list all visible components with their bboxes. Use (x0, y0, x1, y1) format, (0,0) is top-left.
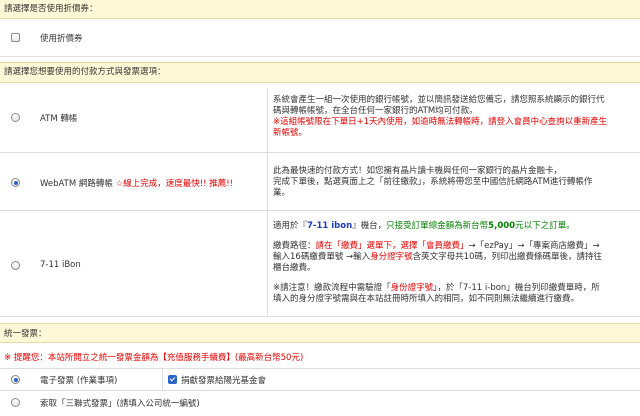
webatm-desc-line3: 業。 (273, 188, 291, 198)
atm-radio[interactable] (11, 113, 20, 122)
webatm-desc-line1: 此為最快速的付款方式！如您擁有晶片讀卡機與任何一家銀行的晶片金融卡， (273, 166, 563, 176)
ibon-para2-line3: 櫃台繳費。 (273, 263, 316, 273)
invoice-header-text: 統一發票： (4, 329, 47, 339)
ibon-id-number-highlight: 身分證字號 (370, 252, 413, 262)
invoice-notice-row: ※ 提醒您：本站所開立之統一發票金額為【充值服務手續費】(最高新台幣50元) (0, 348, 640, 369)
column-divider (267, 89, 268, 153)
electronic-invoice-radio[interactable] (11, 375, 20, 384)
ibon-p1-suffix: 元以下之訂單。 (515, 221, 575, 231)
coupon-row: 使用折價券 (0, 19, 640, 57)
invoice-notice: ※ 提醒您：本站所開立之統一發票金額為【充值服務手續費】(最高新台幣50元) (4, 353, 304, 363)
ibon-path-step2: →「ezPay」→「專案商店繳費」→ (468, 241, 600, 251)
coupon-section-header: 請選擇是否使用折價券： (0, 0, 640, 19)
ibon-label: 7-11 iBon (40, 260, 81, 270)
payment-option-ibon[interactable]: 7-11 iBon 適用於『7-11 ibon』機台，只接受訂單總金額為新台幣5… (0, 211, 640, 317)
ibon-para1: 適用於『7-11 ibon』機台，只接受訂單總金額為新台幣5,000元以下之訂單… (273, 221, 633, 232)
webatm-radio[interactable] (11, 178, 20, 187)
ibon-p1-prefix: 適用於『 (273, 221, 308, 231)
payment-section-header: 請選擇您想要使用的付款方式與發票選項： (0, 62, 640, 83)
invoice-section-header: 統一發票： (0, 323, 640, 343)
electronic-invoice-label: 電子發票 (作業事項) (40, 376, 118, 386)
ibon-notice-prefix: ※請注意！繳款流程中需驗證「 (273, 283, 391, 293)
webatm-label-group: WebATM 網路轉帳 ☆線上完成，速度最快!! 推薦!! (40, 177, 233, 189)
invoice-option-triplicate[interactable]: 索取「三聯式發票」(請填入公司統一編號) (0, 391, 640, 416)
webatm-desc-line2: 完成下單後，點選頁面上之「前往繳款」，系統將帶您至中國信託網路ATM進行轉帳作 (273, 177, 593, 187)
webatm-label: WebATM 網路轉帳 (40, 179, 113, 189)
webatm-description: 此為最快速的付款方式！如您擁有晶片讀卡機與任何一家銀行的晶片金融卡， 完成下單後… (273, 166, 633, 199)
ibon-description: 適用於『7-11 ibon』機台，只接受訂單總金額為新台幣5,000元以下之訂單… (273, 221, 633, 305)
ibon-path-step3: 輸入16碼繳費單號 →輸入 (273, 252, 371, 262)
atm-warning-line2: 新帳號。 (273, 128, 308, 138)
payment-header-text: 請選擇您想要使用的付款方式與發票選項： (4, 67, 166, 77)
column-divider (267, 211, 268, 317)
ibon-para3-line2: 填入的身分證字號需與在本站註冊時所填入的相同，如不同則無法繼續進行繳費。 (273, 294, 580, 304)
ibon-para2-line2: 輸入16碼繳費單號 →輸入身分證字號含英文字母共10碼，列印出繳費條碼單後，請持… (273, 252, 633, 263)
triplicate-invoice-radio[interactable] (11, 398, 20, 407)
ibon-para2-line1: 繳費路徑：請在「繳費」選單下，選擇「會員繳費」→「ezPay」→「專案商店繳費」… (273, 241, 633, 252)
invoice-option-electronic[interactable]: 電子發票 (作業事項) 捐獻發票給陽光基金會 (0, 369, 640, 391)
donate-invoice-label: 捐獻發票給陽光基金會 (181, 376, 267, 386)
column-divider (162, 369, 163, 391)
ibon-notice-id-highlight: 身份證字號 (390, 283, 434, 293)
triplicate-invoice-label: 索取「三聯式發票」(請填入公司統一編號) (40, 399, 200, 409)
payment-option-atm[interactable]: ATM 轉帳 系統會產生一組一次使用的銀行帳號，並以簡訊發送給您備忘，請您照系統… (0, 89, 640, 153)
ibon-p1-mid: 』機台， (352, 221, 387, 231)
ibon-path-step4: 含英文字母共10碼，列印出繳費條碼單後，請持往 (412, 252, 602, 262)
ibon-radio[interactable] (11, 261, 20, 270)
payment-option-webatm[interactable]: WebATM 網路轉帳 ☆線上完成，速度最快!! 推薦!! 此為最快速的付款方式… (0, 153, 640, 211)
coupon-header-text: 請選擇是否使用折價券： (4, 4, 98, 14)
ibon-limit-amount: 5,000 (488, 221, 516, 231)
column-divider (267, 153, 268, 211)
atm-desc-line2: 碼與轉帳帳號，在全台任何一家銀行的ATM均可付款。 (273, 106, 478, 116)
ibon-p1-limit-text: 只接受訂單總金額為新台幣 (386, 221, 489, 231)
atm-warning-line1: ※這組帳號限在下單日+1天內使用，如逾時無法轉帳時，請登入會員中心查詢以重新產生 (273, 117, 608, 127)
ibon-notice-suffix: 」，於「7-11 i-bon」機台列印繳費單時，所 (433, 283, 600, 293)
ibon-path-label: 繳費路徑： (273, 241, 316, 251)
atm-label: ATM 轉帳 (40, 114, 78, 124)
ibon-brand: 7-11 ibon (307, 221, 353, 231)
webatm-recommend-badge: ☆線上完成，速度最快!! 推薦!! (115, 179, 234, 189)
ibon-para3-line1: ※請注意！繳款流程中需驗證「身份證字號」，於「7-11 i-bon」機台列印繳費… (273, 283, 633, 294)
coupon-checkbox[interactable] (11, 33, 20, 42)
atm-description: 系統會產生一組一次使用的銀行帳號，並以簡訊發送給您備忘，請您照系統顯示的銀行代 … (273, 95, 633, 139)
ibon-path-step1: 請在「繳費」選單下，選擇「會員繳費」 (315, 241, 469, 251)
donate-invoice-checkbox[interactable] (168, 375, 177, 384)
atm-desc-line1: 系統會產生一組一次使用的銀行帳號，並以簡訊發送給您備忘，請您照系統顯示的銀行代 (273, 95, 605, 105)
coupon-option-label: 使用折價券 (40, 34, 83, 44)
